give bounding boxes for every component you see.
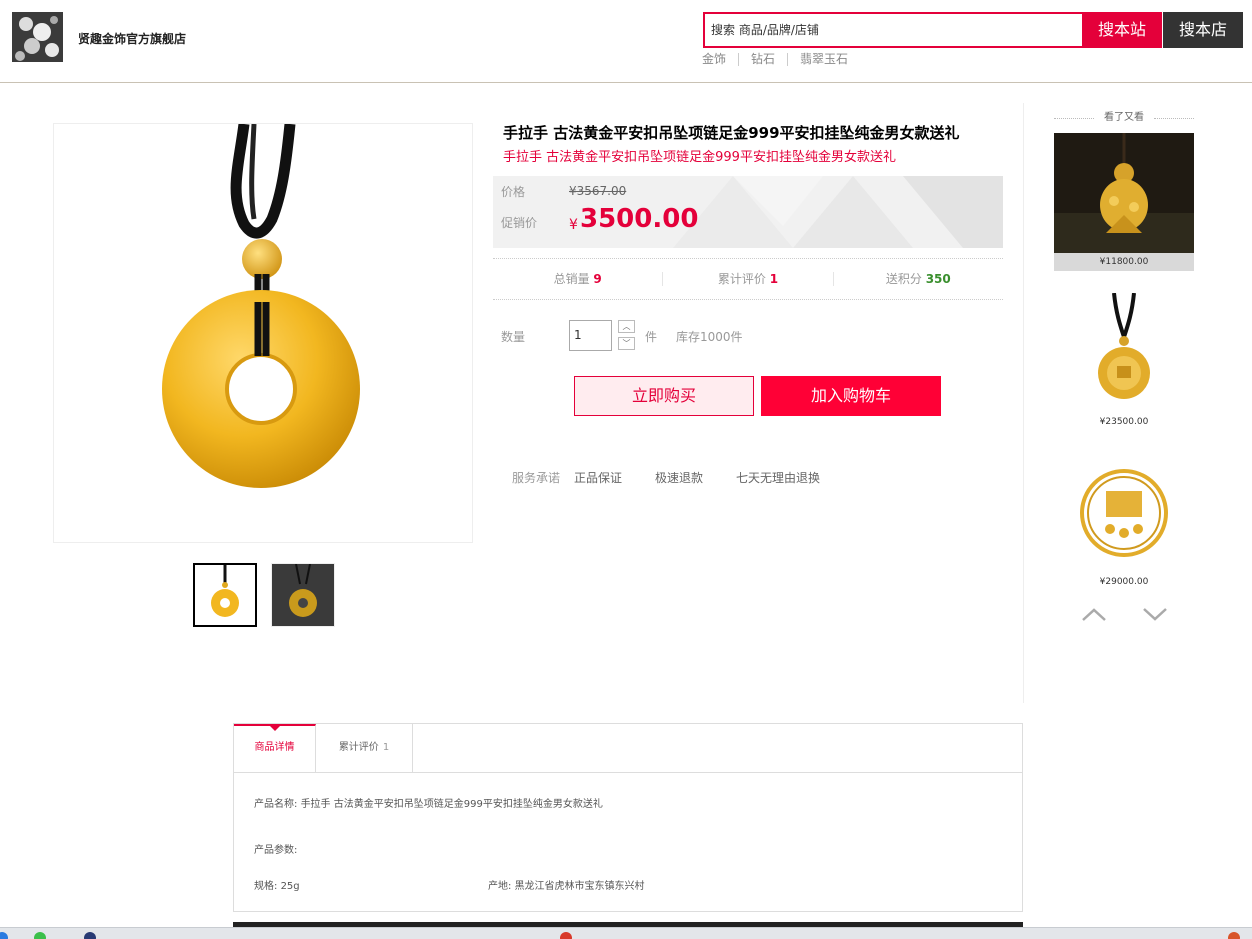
service-label: 服务承诺 — [512, 471, 561, 485]
chevron-up-icon — [1082, 608, 1106, 621]
sales-stats: 总销量 9 累计评价 1 送积分 350 — [493, 258, 1003, 300]
tab-product-details[interactable]: 商品详情 — [234, 724, 316, 772]
search-site-button[interactable]: 搜本站 — [1082, 12, 1162, 48]
service-item: 七天无理由退换 — [736, 471, 821, 485]
tab-label: 商品详情 — [254, 742, 295, 753]
hot-word-link[interactable]: 金饰 — [702, 53, 738, 66]
thumbnail-image[interactable] — [193, 563, 257, 627]
chevron-up-icon: ︿ — [622, 322, 631, 331]
thumbnail-list — [193, 563, 349, 627]
stat-points: 送积分 350 — [832, 272, 1003, 286]
currency-symbol: ¥ — [569, 217, 578, 233]
product-title: 手拉手 古法黄金平安扣吊坠项链足金999平安扣挂坠纯金男女款送礼 — [503, 124, 960, 142]
price-background-pattern — [673, 176, 1003, 248]
hot-words: 金饰 钻石 翡翠玉石 — [702, 53, 860, 66]
hot-word-link[interactable]: 钻石 — [738, 53, 787, 66]
search-input[interactable] — [705, 14, 1082, 46]
quantity-unit: 件 — [645, 330, 658, 344]
detail-value: 黑龙江省虎林市宝东镇东兴村 — [514, 881, 645, 892]
search-box: 搜本站 — [703, 12, 1162, 48]
detail-spec-row: 规格: 25g — [254, 877, 300, 892]
stat-value: 350 — [925, 272, 951, 286]
quantity-decrease-button[interactable]: ﹀ — [618, 337, 635, 350]
add-to-cart-button[interactable]: 加入购物车 — [761, 376, 941, 416]
promo-price-label: 促销价 — [501, 216, 538, 230]
sidebar-divider — [1023, 103, 1024, 703]
scroll-down-button[interactable] — [1141, 604, 1169, 624]
quantity-input[interactable]: 1 — [569, 320, 612, 351]
product-details: 产品名称: 手拉手 古法黄金平安扣吊坠项链足金999平安扣挂坠纯金男女款送礼 产… — [233, 773, 1023, 912]
chevron-down-icon: ﹀ — [622, 339, 631, 348]
stat-label: 送积分 — [885, 272, 922, 286]
taskbar-app-icon[interactable] — [84, 932, 96, 939]
recommended-price[interactable]: ¥29000.00 — [1054, 573, 1194, 591]
product-subtitle: 手拉手 古法黄金平安扣吊坠项链足金999平安扣挂坠纯金男女款送礼 — [503, 150, 896, 165]
hot-word-link[interactable]: 翡翠玉石 — [787, 53, 860, 66]
detail-label: 产品名称: — [254, 799, 298, 810]
stock-count: 库存1000件 — [676, 330, 743, 344]
recommended-product-image[interactable] — [1054, 453, 1194, 593]
thumbnail-image[interactable] — [271, 563, 335, 627]
recommended-price[interactable]: ¥11800.00 — [1054, 253, 1194, 271]
service-item: 极速退款 — [655, 471, 704, 485]
detail-label: 规格: — [254, 881, 278, 892]
detail-value: 25g — [280, 881, 300, 892]
service-item: 正品保证 — [574, 471, 623, 485]
recommended-product-image[interactable] — [1054, 133, 1194, 273]
main-product-image[interactable] — [53, 123, 473, 543]
stat-value: 1 — [769, 272, 779, 286]
tab-reviews[interactable]: 累计评价 1 — [316, 724, 413, 772]
original-price: ¥3567.00 — [569, 184, 627, 198]
taskbar-app-icon[interactable] — [560, 932, 572, 939]
taskbar-app-icon[interactable] — [34, 932, 46, 939]
stat-total-sales: 总销量 9 — [493, 272, 662, 286]
search-store-button[interactable]: 搜本店 — [1163, 12, 1243, 48]
header: 贤趣金饰官方旗舰店 搜本站 搜本店 金饰 钻石 翡翠玉石 — [0, 0, 1252, 83]
service-promises: 服务承诺 正品保证 极速退款 七天无理由退换 — [512, 469, 853, 486]
stat-value: 9 — [593, 272, 602, 286]
tab-label: 累计评价 — [338, 742, 379, 753]
buy-now-button[interactable]: 立即购买 — [574, 376, 754, 416]
detail-origin-row: 产地: 黑龙江省虎林市宝东镇东兴村 — [488, 877, 645, 892]
stat-label: 累计评价 — [717, 272, 766, 286]
stat-reviews[interactable]: 累计评价 1 — [662, 272, 832, 286]
detail-value: 手拉手 古法黄金平安扣吊坠项链足金999平安扣挂坠纯金男女款送礼 — [300, 799, 603, 810]
promo-price: 3500.00 — [580, 204, 699, 234]
tab-count: 1 — [382, 742, 390, 753]
taskbar-app-icon[interactable] — [1228, 932, 1240, 939]
detail-params-label: 产品参数: — [254, 845, 298, 856]
quantity-label: 数量 — [501, 330, 526, 344]
recommended-product-image[interactable] — [1054, 292, 1194, 433]
price-box: 价格 ¥3567.00 促销价 ¥ 3500.00 — [493, 176, 1003, 248]
os-taskbar — [0, 927, 1252, 939]
recommended-price[interactable]: ¥23500.00 — [1054, 413, 1194, 431]
also-viewed-title: 看了又看 — [1054, 108, 1194, 123]
detail-label: 产地: — [488, 881, 512, 892]
chevron-down-icon — [1143, 608, 1167, 621]
store-name[interactable]: 贤趣金饰官方旗舰店 — [78, 30, 186, 47]
detail-tabs: 商品详情 累计评价 1 — [233, 723, 1023, 773]
store-logo[interactable] — [12, 12, 63, 62]
price-label: 价格 — [501, 185, 526, 199]
taskbar-app-icon[interactable] — [0, 932, 8, 939]
stat-label: 总销量 — [553, 272, 590, 286]
quantity-increase-button[interactable]: ︿ — [618, 320, 635, 333]
scroll-up-button[interactable] — [1080, 604, 1108, 624]
detail-name-row: 产品名称: 手拉手 古法黄金平安扣吊坠项链足金999平安扣挂坠纯金男女款送礼 — [254, 795, 603, 810]
